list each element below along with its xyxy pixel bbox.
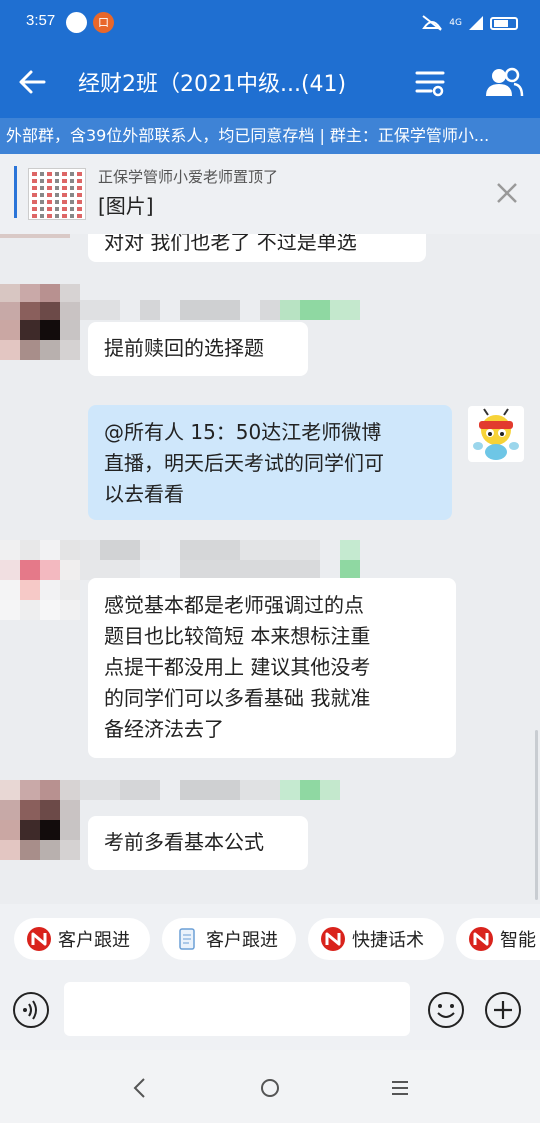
message-list[interactable]: 对对 我们也老了 不过是单选 提前赎回的选择题 @所有人 15：50达江老师微博… xyxy=(0,234,540,904)
chat-settings-icon[interactable] xyxy=(414,66,446,98)
chat-header: 经财2班（2021中级...(41) xyxy=(0,44,540,118)
quick-action-label: 客户跟进 xyxy=(206,930,278,951)
message-text-line: 题目也比较简短 本来想标注重 xyxy=(104,624,371,648)
plus-icon[interactable] xyxy=(484,991,522,1029)
message-bubble[interactable]: 提前赎回的选择题 xyxy=(88,322,308,376)
pinned-by-text: 正保学管师小爱老师置顶了 xyxy=(98,168,279,186)
pinned-accent-bar xyxy=(14,166,17,218)
app-notification-icon: 口 xyxy=(93,12,114,33)
pinned-message[interactable]: 正保学管师小爱老师置顶了 [图片] xyxy=(0,154,540,234)
message-text-line: 提前赎回的选择题 xyxy=(104,336,264,360)
sender-name xyxy=(80,780,340,800)
mute-icon xyxy=(422,15,443,31)
quick-action-chip[interactable]: 智能 xyxy=(456,918,540,960)
message-text-line: 感觉基本都是老师强调过的点 xyxy=(104,593,364,617)
nav-back-icon[interactable] xyxy=(126,1074,154,1102)
message-input[interactable] xyxy=(64,982,410,1036)
avatar[interactable] xyxy=(0,284,80,360)
quick-actions-bar[interactable]: 客户跟进 客户跟进 快捷话术 智能 xyxy=(0,904,540,974)
message-text-line: 以去看看 xyxy=(104,482,184,506)
emoji-icon[interactable] xyxy=(427,991,465,1029)
nav-menu-icon[interactable] xyxy=(386,1074,414,1102)
message-bubble[interactable]: 考前多看基本公式 xyxy=(88,816,308,870)
quick-action-label: 智能 xyxy=(500,930,536,951)
status-indicators: 4G xyxy=(421,12,518,34)
chat-title: 经财2班（2021中级...(41) xyxy=(78,72,347,97)
sender-name xyxy=(80,540,360,560)
message-text-line: @所有人 15：50达江老师微博 xyxy=(104,420,382,444)
pinned-image-thumbnail[interactable] xyxy=(28,168,86,220)
network-type: 4G xyxy=(449,17,462,28)
message-bubble[interactable]: 感觉基本都是老师强调过的点 题目也比较简短 本来想标注重 点提干都没用上 建议其… xyxy=(88,578,456,758)
message-bubble[interactable]: 对对 我们也老了 不过是单选 xyxy=(88,234,426,262)
nav-home-icon[interactable] xyxy=(256,1074,284,1102)
status-bar: 3:57 口 4G xyxy=(0,0,540,44)
bee-mascot-icon xyxy=(473,408,519,460)
signal-icon xyxy=(469,16,483,30)
brand-n-icon xyxy=(27,927,51,951)
status-time: 3:57 xyxy=(26,12,56,29)
document-icon xyxy=(179,928,195,950)
quick-action-chip[interactable]: 客户跟进 xyxy=(14,918,150,960)
message-text-line: 对对 我们也老了 不过是单选 xyxy=(104,234,357,254)
brand-n-icon xyxy=(321,927,345,951)
my-avatar[interactable] xyxy=(468,406,524,462)
message-input-bar xyxy=(0,974,540,1050)
quick-action-chip[interactable]: 快捷话术 xyxy=(308,918,444,960)
system-navigation-bar xyxy=(0,1050,540,1123)
message-text-line: 考前多看基本公式 xyxy=(104,830,264,854)
message-text-line: 点提干都没用上 建议其他没考 xyxy=(104,655,371,679)
close-icon[interactable] xyxy=(492,178,522,208)
message-text-line: 直播，明天后天考试的同学们可 xyxy=(104,451,384,475)
avatar[interactable] xyxy=(0,234,70,238)
group-info-bar[interactable]: 外部群，含39位外部联系人，均已同意存档 | 群主：正保学管师小... xyxy=(0,118,540,154)
pinned-content: [图片] xyxy=(98,194,154,218)
sender-name xyxy=(80,300,360,320)
avatar[interactable] xyxy=(0,780,80,860)
group-members-icon[interactable] xyxy=(484,66,524,98)
quick-action-chip[interactable]: 客户跟进 xyxy=(162,918,296,960)
back-arrow-icon[interactable] xyxy=(14,64,50,100)
quick-action-label: 客户跟进 xyxy=(58,930,130,951)
battery-icon xyxy=(490,16,518,30)
quick-action-label: 快捷话术 xyxy=(352,930,424,951)
message-text-line: 的同学们可以多看基础 我就准 xyxy=(104,686,371,710)
scrollbar[interactable] xyxy=(535,730,538,900)
avatar[interactable] xyxy=(0,540,80,620)
notification-dot-icon xyxy=(66,12,87,33)
message-text-line: 备经济法去了 xyxy=(104,717,224,741)
brand-n-icon xyxy=(469,927,493,951)
sender-name-blur xyxy=(80,560,360,580)
voice-input-icon[interactable] xyxy=(12,991,50,1029)
message-bubble-mine[interactable]: @所有人 15：50达江老师微博 直播，明天后天考试的同学们可 以去看看 xyxy=(88,405,452,520)
